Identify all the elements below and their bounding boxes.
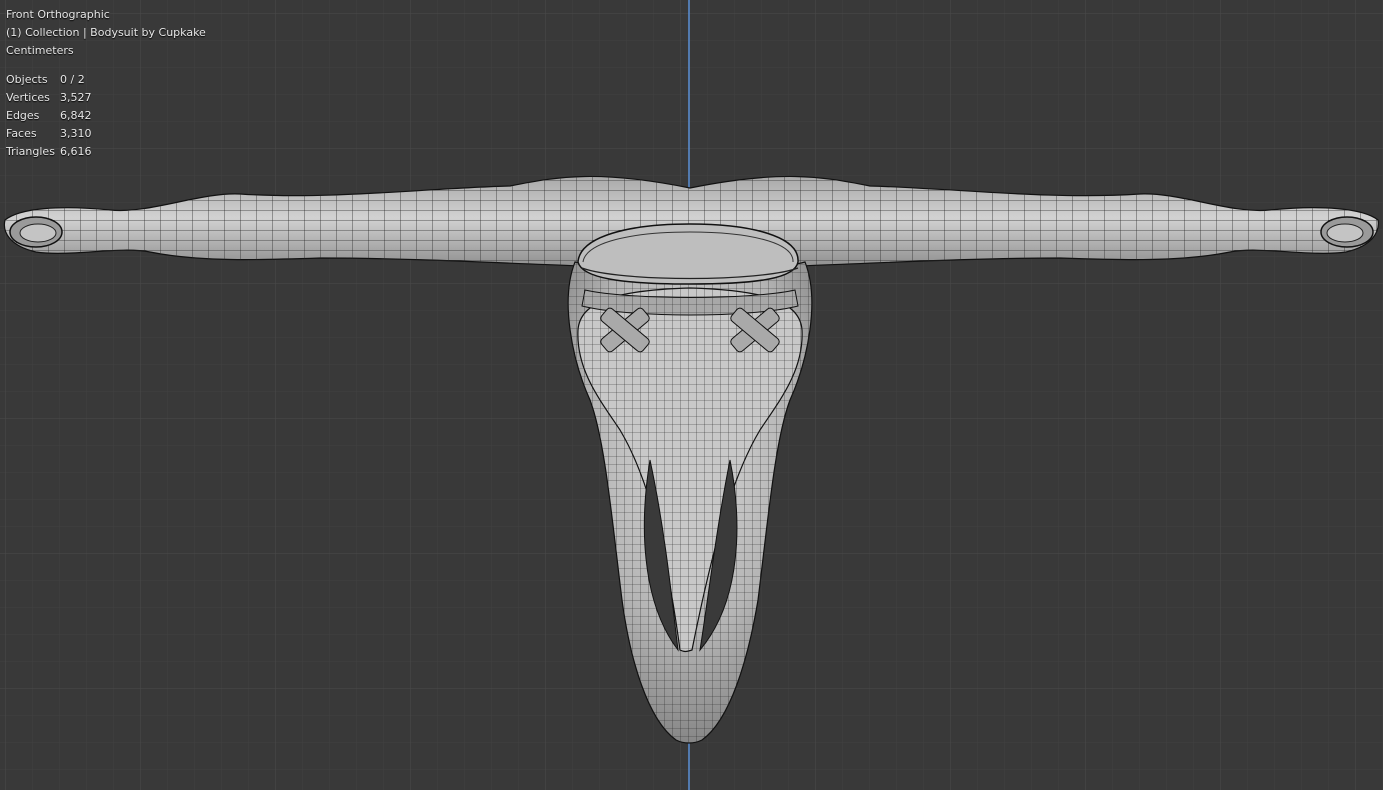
stat-value: 0 / 2 [60, 73, 85, 86]
stat-label: Objects [6, 73, 48, 86]
stat-value: 6,842 [60, 109, 92, 122]
viewport-grid [0, 0, 1383, 790]
units-label: Centimeters [6, 44, 74, 57]
stat-faces: Faces 3,310 [6, 125, 206, 143]
stat-label: Edges [6, 109, 40, 122]
stat-vertices: Vertices 3,527 [6, 89, 206, 107]
viewport-info-overlay: Front Orthographic (1) Collection | Body… [6, 6, 206, 161]
stat-label: Vertices [6, 91, 50, 104]
stat-value: 3,527 [60, 91, 92, 104]
collection-label: (1) Collection | Bodysuit by Cupkake [6, 26, 206, 39]
3d-viewport[interactable]: Front Orthographic (1) Collection | Body… [0, 0, 1383, 790]
stat-value: 3,310 [60, 127, 92, 140]
stat-value: 6,616 [60, 145, 92, 158]
stat-label: Triangles [6, 145, 55, 158]
stat-triangles: Triangles 6,616 [6, 143, 206, 161]
stat-label: Faces [6, 127, 37, 140]
stat-edges: Edges 6,842 [6, 107, 206, 125]
stat-objects: Objects 0 / 2 [6, 71, 206, 89]
scene-statistics: Objects 0 / 2 Vertices 3,527 Edges 6,842… [6, 71, 206, 161]
view-name: Front Orthographic [6, 8, 110, 21]
